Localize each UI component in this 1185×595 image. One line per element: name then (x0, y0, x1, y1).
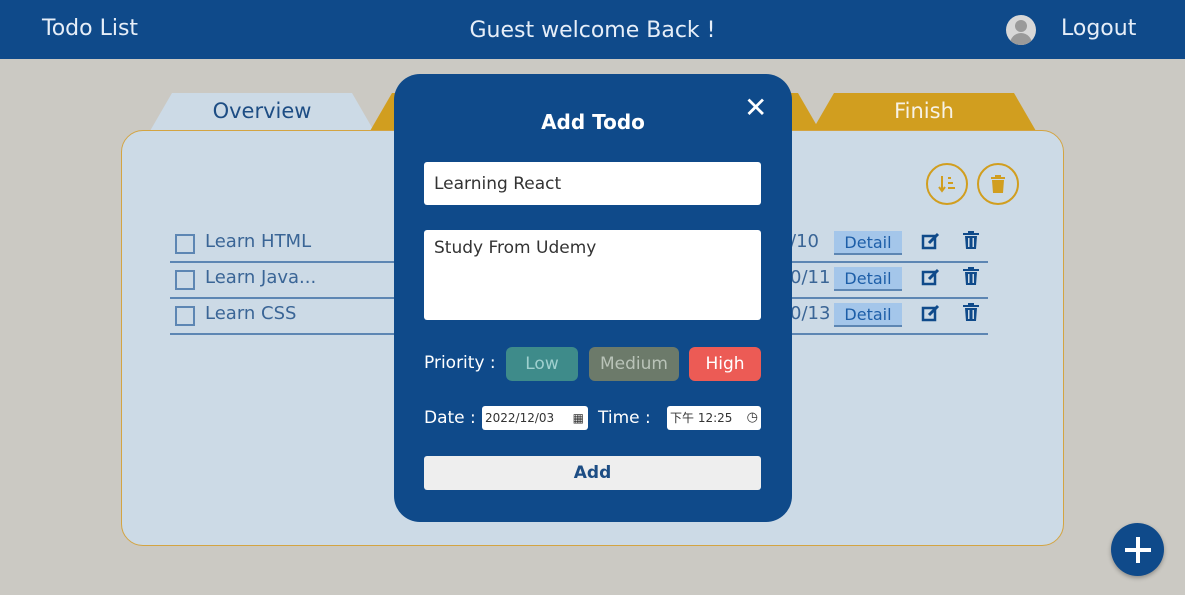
todo-date: 0/11 (790, 267, 831, 288)
user-avatar-icon[interactable] (1006, 15, 1036, 45)
delete-all-button[interactable] (977, 163, 1019, 205)
edit-icon[interactable] (921, 231, 941, 256)
todo-name: Learn Java... (205, 267, 317, 288)
priority-high-button[interactable]: High (689, 347, 761, 381)
delete-icon[interactable] (962, 230, 980, 255)
todo-checkbox[interactable] (175, 306, 195, 326)
delete-icon[interactable] (962, 302, 980, 327)
clock-icon[interactable]: ◷ (747, 406, 758, 430)
logout-link[interactable]: Logout (1061, 16, 1136, 41)
todo-checkbox[interactable] (175, 234, 195, 254)
top-bar: Todo List Guest welcome Back ! Logout (0, 0, 1185, 59)
todo-title-input[interactable] (424, 162, 761, 205)
modal-title: Add Todo (541, 110, 645, 134)
calendar-icon[interactable]: ▦ (573, 406, 584, 430)
edit-icon[interactable] (921, 303, 941, 328)
time-value: 下午 12:25 (670, 411, 733, 425)
plus-icon (1124, 536, 1151, 563)
add-todo-fab[interactable] (1111, 523, 1164, 576)
detail-button[interactable]: Detail (834, 267, 902, 291)
priority-label: Priority : (424, 353, 496, 373)
priority-low-button[interactable]: Low (506, 347, 578, 381)
trash-icon (991, 175, 1005, 193)
avatar-head (1015, 20, 1027, 32)
priority-medium-button[interactable]: Medium (589, 347, 679, 381)
date-field[interactable]: 2022/12/03 ▦ (482, 406, 588, 430)
time-label: Time : (598, 408, 651, 428)
add-todo-modal: Add Todo ✕ Study From Udemy Priority : L… (394, 74, 792, 522)
delete-icon[interactable] (962, 266, 980, 291)
time-field[interactable]: 下午 12:25 ◷ (667, 406, 761, 430)
todo-date: /10 (790, 231, 819, 252)
todo-checkbox[interactable] (175, 270, 195, 290)
edit-icon[interactable] (921, 267, 941, 292)
detail-button[interactable]: Detail (834, 303, 902, 327)
todo-name: Learn CSS (205, 303, 297, 324)
sort-button[interactable] (926, 163, 968, 205)
avatar-body (1010, 33, 1032, 45)
tab-finish[interactable]: Finish (812, 93, 1036, 131)
todo-date: 0/13 (790, 303, 831, 324)
todo-name: Learn HTML (205, 231, 312, 252)
sort-down-icon (938, 176, 955, 193)
detail-button[interactable]: Detail (834, 231, 902, 255)
close-icon[interactable]: ✕ (744, 94, 767, 122)
todo-description-input[interactable]: Study From Udemy (424, 230, 761, 320)
date-value: 2022/12/03 (485, 411, 555, 425)
tab-overview[interactable]: Overview (150, 93, 374, 131)
add-button[interactable]: Add (424, 456, 761, 490)
date-label: Date : (424, 408, 476, 428)
